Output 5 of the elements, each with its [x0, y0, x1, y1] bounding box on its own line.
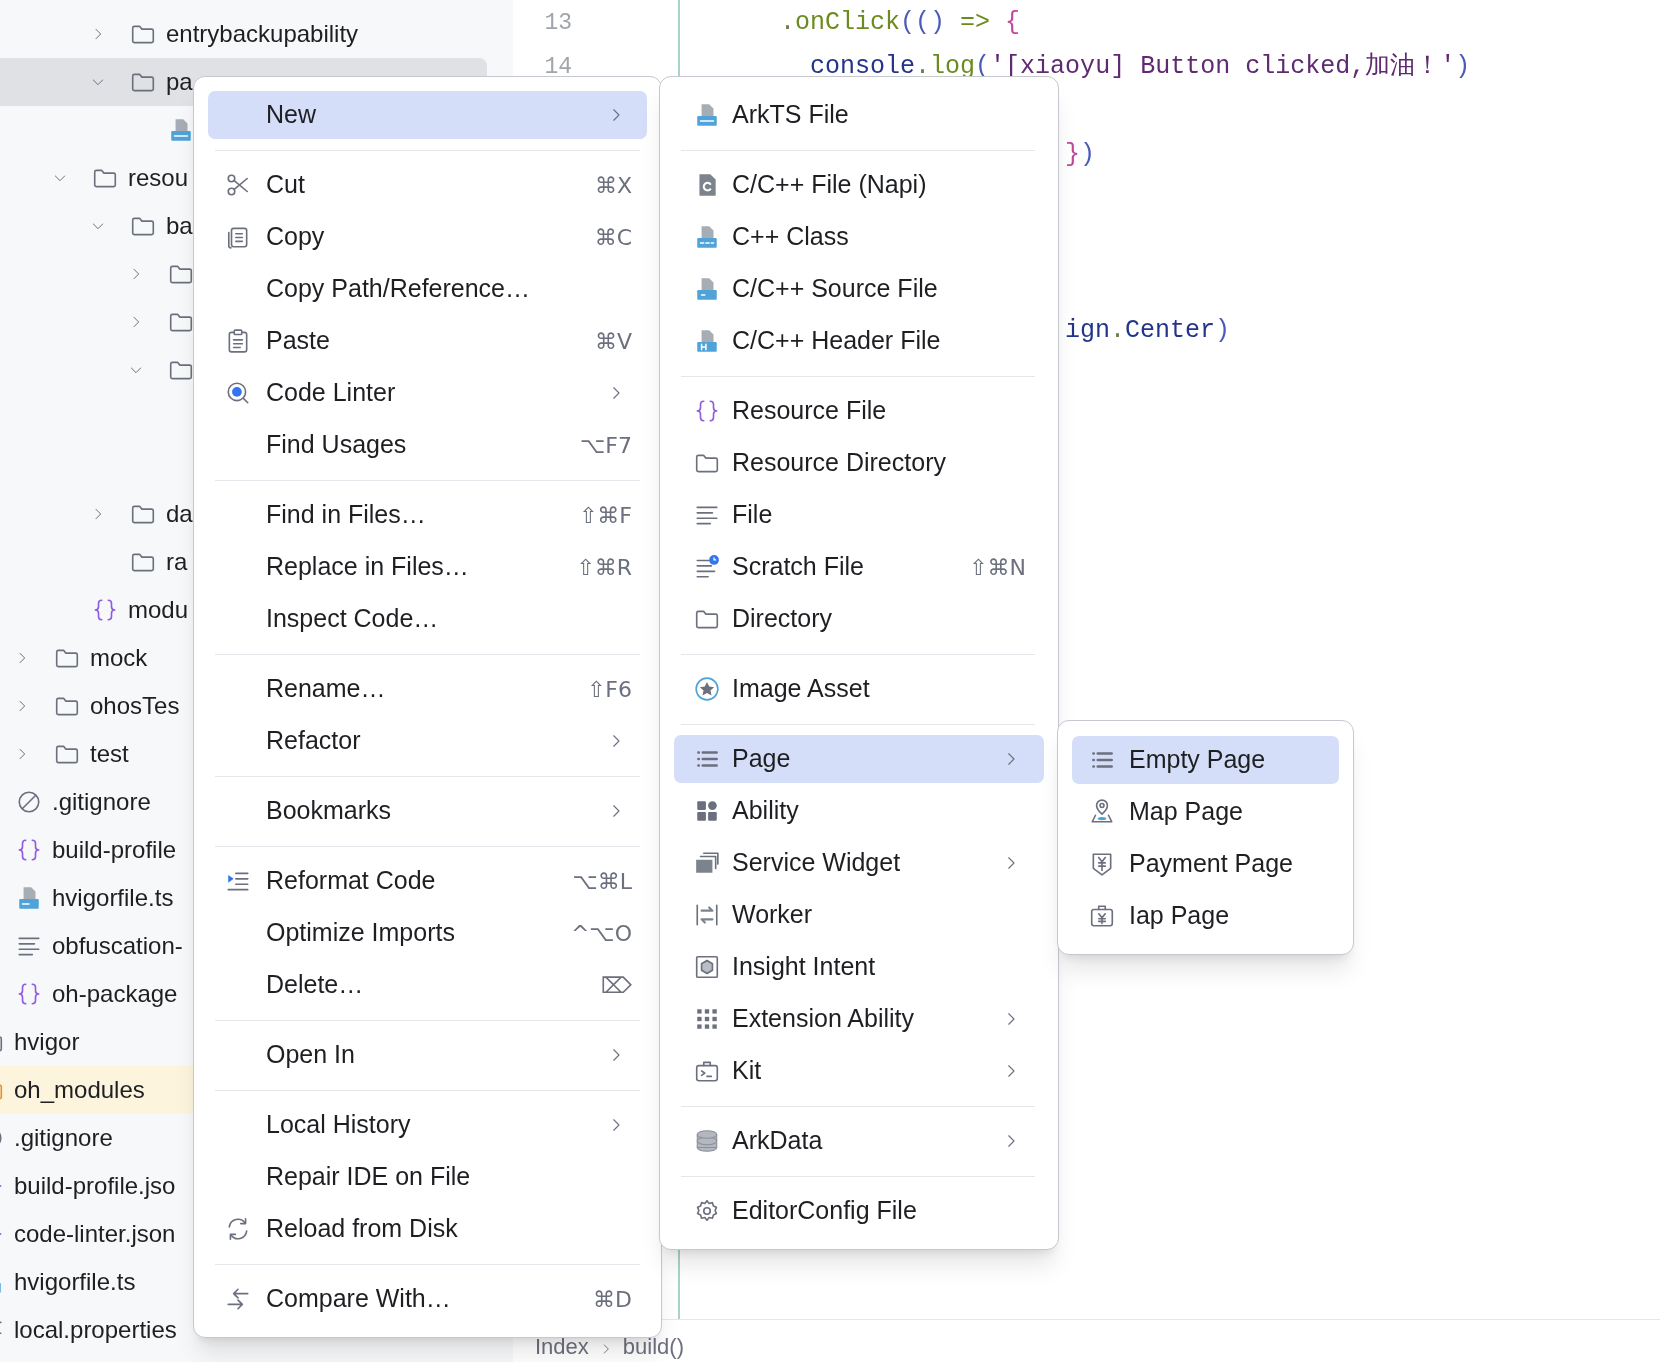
line-number: 14 — [544, 52, 572, 82]
code-line: ign.Center) — [1065, 315, 1231, 348]
code-line: .onClick(() => { — [780, 7, 1021, 40]
line-number: 13 — [544, 8, 572, 38]
code-line: }) — [1065, 139, 1096, 172]
